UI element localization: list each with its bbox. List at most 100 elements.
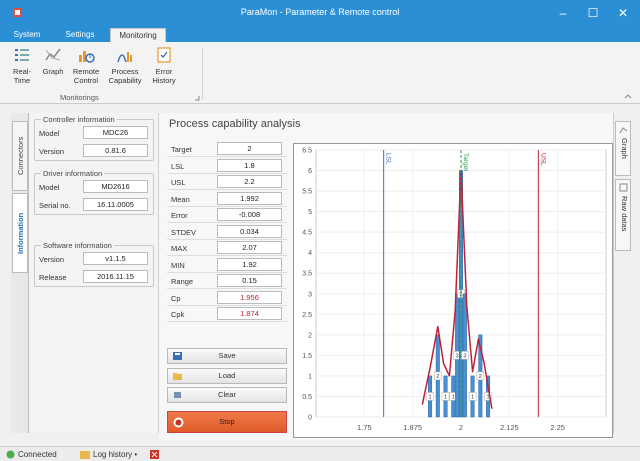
process-capability-icon xyxy=(117,52,132,63)
close-button[interactable]: ✕ xyxy=(608,4,638,22)
stat-row-error: Error -0.008 xyxy=(167,207,287,223)
stat-value: 1.956 xyxy=(217,290,282,304)
remote-control-label: Remote Control xyxy=(72,67,100,85)
connection-status: Connected xyxy=(18,450,57,459)
remote-control-button[interactable]: Remote Control xyxy=(68,46,104,85)
stop-button[interactable]: Stop xyxy=(167,411,287,433)
raw-data-icon xyxy=(619,183,628,192)
graph-button[interactable]: Graph xyxy=(40,46,66,76)
stat-label: USL xyxy=(171,178,186,187)
title-bar: ParaMon - Parameter & Remote control – ☐… xyxy=(0,0,640,26)
stat-row-target: Target 2 xyxy=(167,141,287,157)
tab-settings[interactable]: Settings xyxy=(60,28,100,42)
controller-model-label: Model xyxy=(39,129,60,138)
menu-tabs: System Settings Monitoring xyxy=(0,26,640,42)
stat-row-lsl: LSL 1.8 xyxy=(167,158,287,174)
y-tick-label: 4.5 xyxy=(302,230,312,237)
stat-row-cp: Cp 1.956 xyxy=(167,290,287,306)
process-capability-panel: Process capability analysis Target 2 LSL 1.… xyxy=(159,113,613,440)
status-bar: Connected Log history • xyxy=(0,446,640,461)
y-tick-label: 3 xyxy=(308,291,312,298)
information-panel: Controller information Model MDC26 Versi… xyxy=(29,113,159,433)
stat-row-usl: USL 2.2 xyxy=(167,174,287,190)
stat-row-mean: Mean 1.992 xyxy=(167,191,287,207)
driver-info-title: Driver information xyxy=(41,169,105,178)
tab-system[interactable]: System xyxy=(8,28,46,42)
bar-data-label: 3 xyxy=(463,354,466,360)
error-history-label: Error History xyxy=(152,67,176,85)
bar-data-label: 2 xyxy=(436,374,439,380)
capability-histogram: 0 0.5 1 1.5 2 2.5 3 3.5 4 4.5 5 5.5 6 6.5 1.75 1.875 2 2.… xyxy=(293,143,613,438)
controller-info-group: Controller information Model MDC26 Versi… xyxy=(34,115,154,161)
clear-icon xyxy=(174,392,181,398)
software-info-group: Software information Version v1.1.5 Rele… xyxy=(34,241,154,287)
graph-label: Graph xyxy=(42,67,64,76)
left-tab-strip: Connectors Information xyxy=(11,113,29,433)
stat-value: 1.874 xyxy=(217,307,282,320)
stat-label: Mean xyxy=(171,194,190,204)
realtime-button[interactable]: Real-Time xyxy=(6,46,38,85)
bar-data-label: 2 xyxy=(479,374,482,380)
minimize-button[interactable]: – xyxy=(548,4,578,22)
stat-label: Target xyxy=(171,145,192,154)
process-capability-button[interactable]: Process Capability xyxy=(106,46,144,85)
controller-info-title: Controller information xyxy=(41,115,117,124)
ribbon: Real-Time Graph Remote Control Process C… xyxy=(0,42,640,104)
group-separator xyxy=(202,48,203,100)
stat-label: Range xyxy=(171,277,194,286)
error-history-icon xyxy=(157,47,171,63)
stat-row-min: MIN 1.92 xyxy=(167,257,287,273)
tab-connectors[interactable]: Connectors xyxy=(12,121,28,191)
tab-raw-datas[interactable]: Raw datas xyxy=(615,179,631,251)
error-history-button[interactable]: Error History xyxy=(146,46,182,85)
y-tick-label: 5 xyxy=(308,209,312,216)
x-tick-label: 1.875 xyxy=(403,423,422,432)
load-button[interactable]: Load xyxy=(167,368,287,384)
stat-label: Cpk xyxy=(171,310,185,319)
controller-version-value: 0.81.6 xyxy=(83,144,148,157)
controller-model-value: MDC26 xyxy=(83,126,148,139)
remote-control-icon xyxy=(79,51,95,63)
tab-information[interactable]: Information xyxy=(12,193,28,273)
save-label: Save xyxy=(218,351,236,360)
y-tick-label: 6.5 xyxy=(302,148,312,155)
maximize-button[interactable]: ☐ xyxy=(578,4,608,22)
tab-connectors-label: Connectors xyxy=(16,136,25,176)
stat-value: 1.8 xyxy=(217,158,282,172)
collapse-ribbon-icon[interactable] xyxy=(624,93,632,99)
y-tick-label: 5.5 xyxy=(302,189,312,196)
stat-label: Error xyxy=(171,211,188,220)
stat-value: 1.92 xyxy=(217,257,282,271)
driver-serial-label: Serial no. xyxy=(39,201,71,210)
software-release-label: Release xyxy=(39,273,67,282)
clear-button[interactable]: Clear xyxy=(167,387,287,403)
group-expand-icon[interactable] xyxy=(194,95,200,101)
log-history-menu[interactable]: Log history • xyxy=(93,450,137,459)
bar-data-label: 1 xyxy=(444,395,447,401)
tab-graph[interactable]: Graph xyxy=(615,121,631,176)
load-label: Load xyxy=(218,371,236,380)
page-title: Process capability analysis xyxy=(169,118,301,130)
driver-serial-value: 16.11.0005 xyxy=(83,198,148,211)
realtime-label: Real-Time xyxy=(13,67,31,85)
bar-data-label: 3 xyxy=(456,354,459,360)
stat-value: 0.034 xyxy=(217,224,282,238)
save-button[interactable]: Save xyxy=(167,348,287,364)
stat-value: 2.07 xyxy=(217,241,282,254)
stat-label: LSL xyxy=(171,161,185,171)
driver-model-label: Model xyxy=(39,183,60,192)
stat-value: 0.15 xyxy=(217,274,282,287)
realtime-icon xyxy=(15,49,29,61)
stat-value: 2 xyxy=(217,142,282,155)
error-indicator-icon[interactable] xyxy=(150,450,159,459)
ribbon-group-label: Monitorings xyxy=(60,93,99,102)
tab-monitoring[interactable]: Monitoring xyxy=(110,28,166,42)
stat-row-range: Range 0.15 xyxy=(167,273,287,289)
x-tick-label: 2.25 xyxy=(550,423,565,432)
graph-icon xyxy=(45,48,61,61)
y-tick-label: 1.5 xyxy=(302,353,312,360)
window-title: ParaMon - Parameter & Remote control xyxy=(240,7,400,17)
stat-value: -0.008 xyxy=(217,208,282,221)
stat-label: Cp xyxy=(171,293,181,303)
stop-icon xyxy=(173,417,184,428)
